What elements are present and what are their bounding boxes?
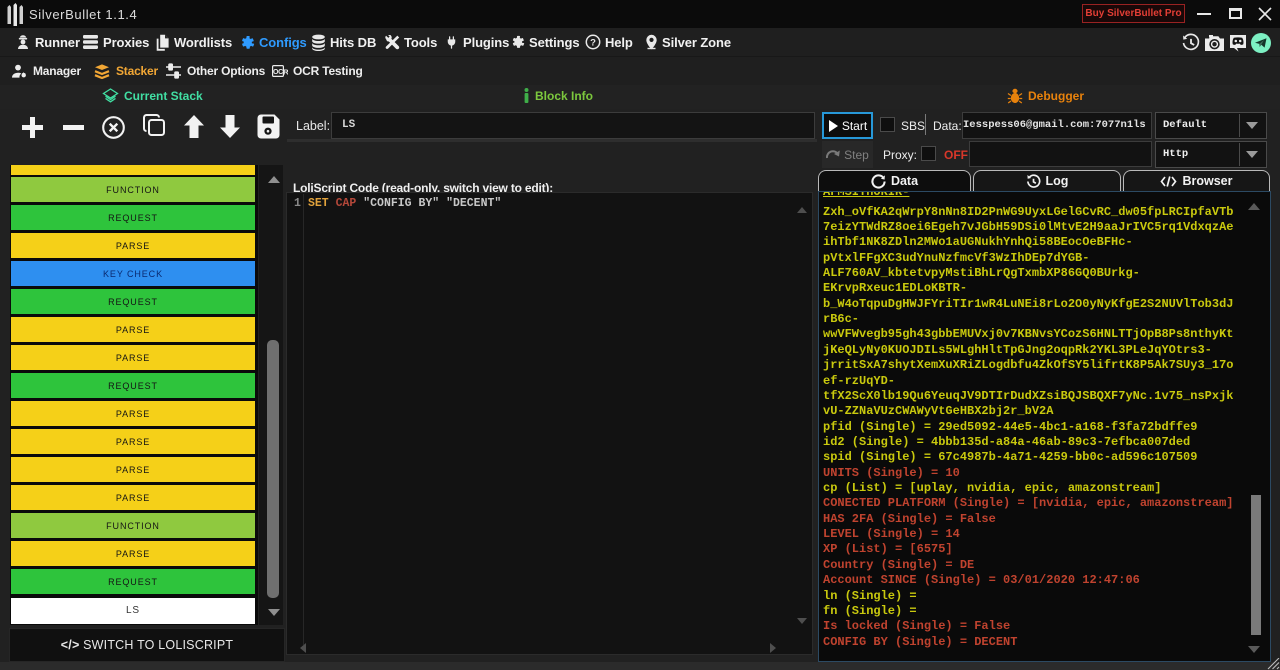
svg-text:R: R — [283, 67, 288, 76]
svg-text:OC: OC — [273, 69, 283, 76]
svg-text:?: ? — [590, 37, 596, 48]
